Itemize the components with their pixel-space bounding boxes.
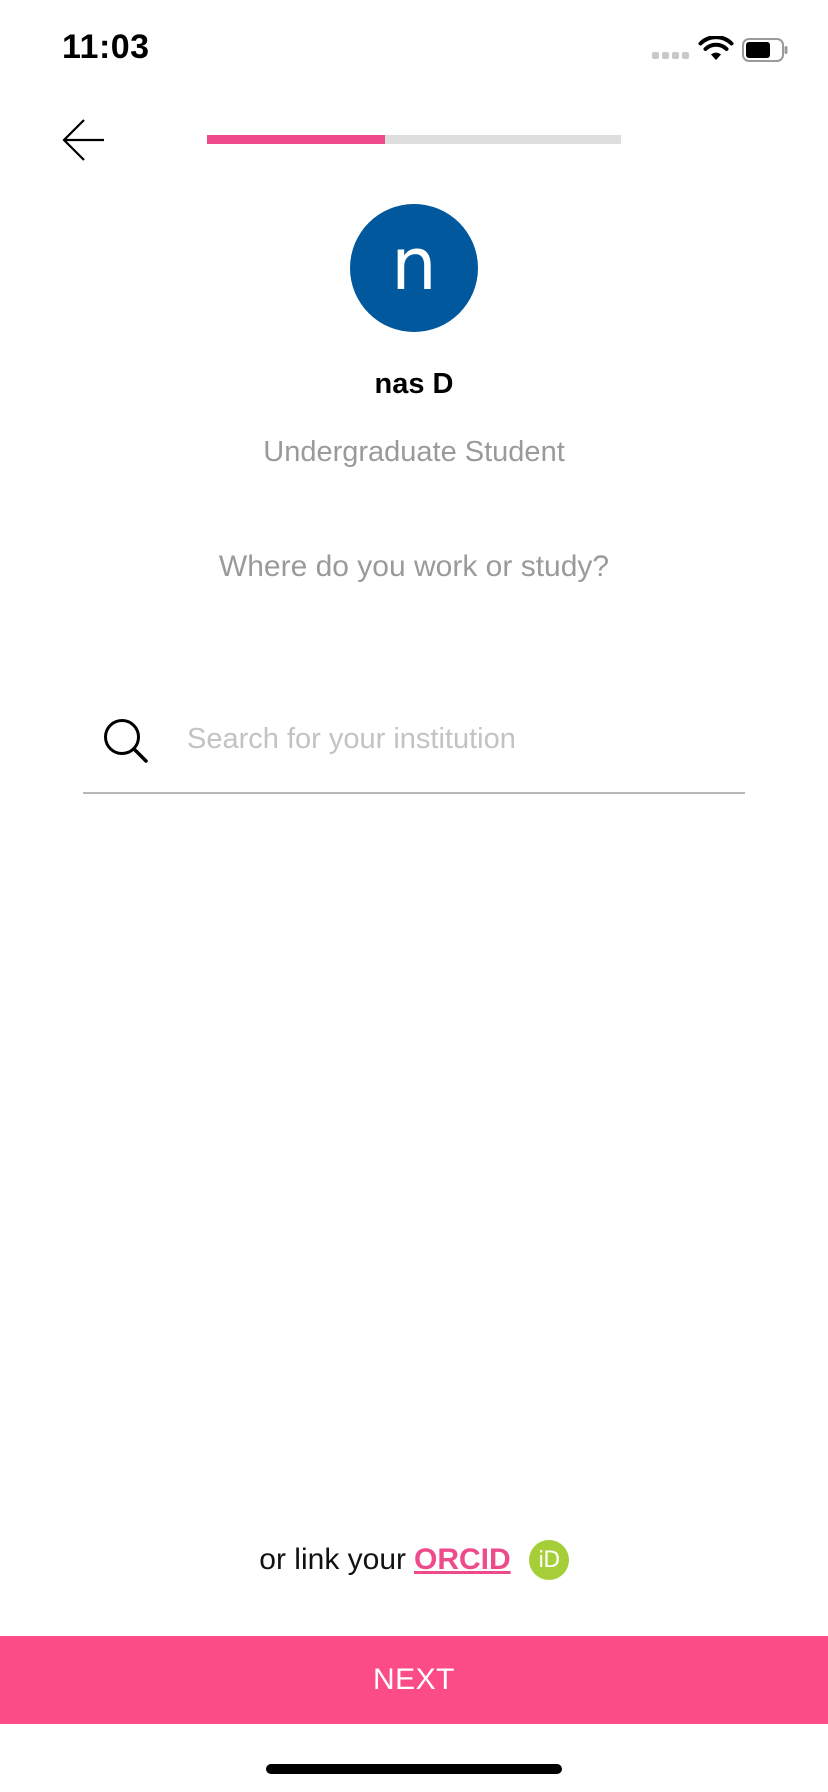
progress-fill: [207, 135, 386, 144]
cellular-signal-icon: [652, 52, 689, 59]
status-bar: 11:03: [0, 0, 828, 100]
orcid-link-row: or link your ORCID iD: [0, 1540, 828, 1580]
orcid-id-icon[interactable]: iD: [528, 1540, 569, 1580]
next-button[interactable]: NEXT: [0, 1636, 828, 1724]
institution-question: Where do you work or study?: [218, 550, 610, 583]
user-name: nas D: [374, 368, 454, 400]
avatar-initial: n: [391, 222, 437, 306]
search-icon: [104, 719, 148, 763]
institution-search-field[interactable]: [83, 700, 745, 794]
home-indicator: [266, 1764, 562, 1774]
orcid-prefix-text: or link your: [259, 1543, 407, 1576]
avatar: n: [350, 204, 478, 332]
institution-search-input[interactable]: [187, 714, 727, 764]
status-time: 11:03: [62, 28, 150, 66]
battery-icon: [742, 38, 788, 62]
arrow-left-icon: [62, 119, 104, 161]
back-button[interactable]: [58, 114, 110, 166]
progress-bar: [207, 135, 621, 144]
orcid-link[interactable]: ORCID: [414, 1543, 511, 1577]
wifi-icon: [698, 36, 734, 60]
user-role: Undergraduate Student: [263, 436, 565, 468]
